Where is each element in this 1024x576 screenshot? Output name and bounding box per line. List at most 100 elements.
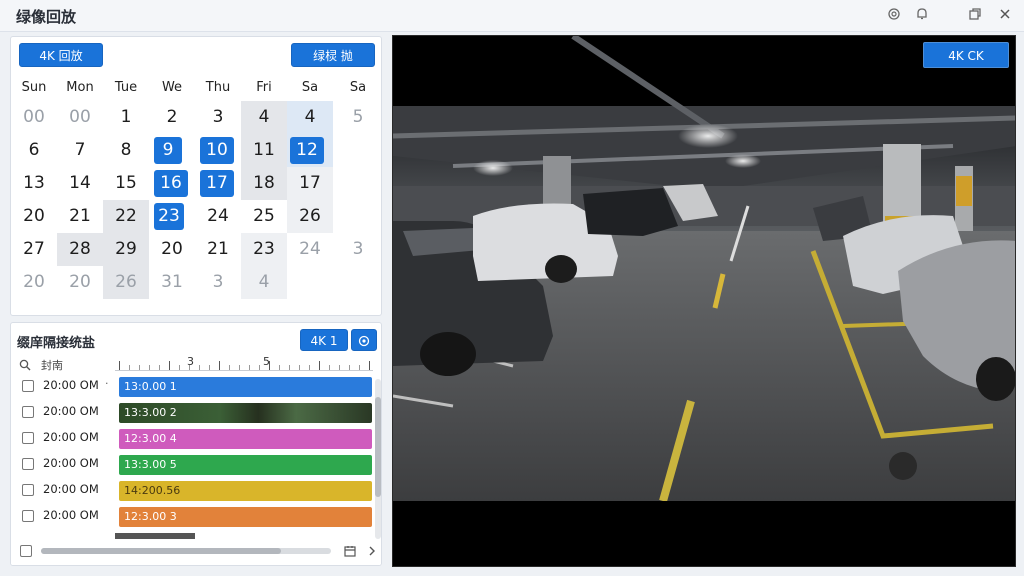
weekday-label: Thu	[205, 80, 231, 95]
scroll-thumb[interactable]	[375, 397, 381, 497]
calendar-day[interactable]: 26	[103, 266, 149, 299]
calendar-day[interactable]: 13	[11, 167, 57, 200]
calendar-day[interactable]: 26	[287, 200, 333, 233]
calendar-day[interactable]: 3	[195, 101, 241, 134]
row-checkbox[interactable]	[22, 484, 34, 496]
calendar-day[interactable]	[333, 134, 381, 167]
calendar-day[interactable]: 20	[11, 266, 57, 299]
row-checkbox[interactable]	[22, 458, 34, 470]
calendar-day-recorded[interactable]: 12	[287, 134, 333, 167]
recording-row[interactable]: 20:00 OM 12:3.00 3	[11, 505, 381, 531]
ruler-tick	[319, 361, 320, 370]
calendar-day[interactable]: 3	[333, 233, 381, 266]
video-4k-ok-button[interactable]: 4K CK	[923, 42, 1009, 68]
calendar-day[interactable]: 24	[195, 200, 241, 233]
calendar-day[interactable]: 11	[241, 134, 287, 167]
channel-4k-button[interactable]: 4K 1	[300, 329, 348, 351]
recording-row[interactable]: 20:00 OM 13:3.00 5	[11, 453, 381, 479]
selected-day[interactable]: 17	[200, 170, 234, 197]
playback-4k-button[interactable]: 4K 回放	[19, 43, 103, 67]
calendar-day[interactable]: 6	[11, 134, 57, 167]
calendar-day[interactable]: 4	[287, 101, 333, 134]
calendar-day[interactable]: 17	[287, 167, 333, 200]
recording-segment[interactable]: 13:3.00 5	[119, 455, 372, 475]
recording-segment[interactable]: 14:200.56	[119, 481, 372, 501]
calendar-day[interactable]: 7	[57, 134, 103, 167]
calendar-day[interactable]	[333, 200, 381, 233]
calendar-day[interactable]: 00	[57, 101, 103, 134]
calendar-day[interactable]: 29	[103, 233, 149, 266]
calendar-day[interactable]: 31	[149, 266, 195, 299]
recording-segment[interactable]: 12:3.00 4	[119, 429, 372, 449]
calendar-day-recorded[interactable]: 16	[149, 167, 195, 200]
selected-day[interactable]: 9	[154, 137, 182, 164]
calendar-day-recorded[interactable]: 17	[195, 167, 241, 200]
calendar-day[interactable]: 2	[149, 101, 195, 134]
calendar-icon[interactable]	[343, 544, 357, 558]
recording-row[interactable]: 20:00 OM 13:3.00 2	[11, 401, 381, 427]
calendar-day[interactable]: 22	[103, 200, 149, 233]
calendar-day[interactable]: 24	[287, 233, 333, 266]
calendar-day-recorded[interactable]: 10	[195, 134, 241, 167]
calendar-day[interactable]	[333, 167, 381, 200]
select-all-checkbox[interactable]	[20, 545, 32, 557]
settings-button[interactable]	[351, 329, 377, 351]
calendar-day[interactable]: 3	[195, 266, 241, 299]
row-checkbox[interactable]	[22, 406, 34, 418]
calendar-day-recorded[interactable]: 23	[149, 200, 195, 233]
calendar-day[interactable]: 20	[149, 233, 195, 266]
calendar-day[interactable]: 5	[333, 101, 381, 134]
calendar-day[interactable]: 21	[195, 233, 241, 266]
close-icon[interactable]	[995, 6, 1015, 26]
calendar-day[interactable]: 14	[57, 167, 103, 200]
row-checkbox[interactable]	[22, 510, 34, 522]
calendar-day[interactable]: 15	[103, 167, 149, 200]
calendar-day[interactable]: 23	[241, 233, 287, 266]
calendar-day[interactable]: 1	[103, 101, 149, 134]
recording-row[interactable]: 20:00 OM 12:3.00 4	[11, 427, 381, 453]
calendar-day[interactable]: 20	[57, 266, 103, 299]
chevron-right-icon[interactable]	[365, 544, 379, 558]
video-player[interactable]: 4K CK	[392, 35, 1016, 567]
recording-row[interactable]: 20:00 OM 14:200.56	[11, 479, 381, 505]
horizontal-scrollbar[interactable]	[41, 548, 331, 554]
calendar-day-recorded[interactable]: 9	[149, 134, 195, 167]
calendar-day[interactable]: 00	[11, 101, 57, 134]
selected-day[interactable]: 12	[290, 137, 324, 164]
calendar-day[interactable]: 21	[57, 200, 103, 233]
calendar-day[interactable]: 28	[57, 233, 103, 266]
calendar-day[interactable]: 4	[241, 101, 287, 134]
calendar-panel: 4K 回放 绿棂 抛 Sun Mon Tue We Thu Fri Sa Sa …	[10, 36, 382, 316]
recording-segment[interactable]: 13:3.00 2	[119, 403, 372, 423]
calendar-day[interactable]: 4	[241, 266, 287, 299]
search-icon[interactable]	[19, 359, 31, 371]
calendar-day[interactable]: 8	[103, 134, 149, 167]
vertical-scrollbar[interactable]	[375, 379, 381, 539]
recording-time: 20:00 OM	[43, 482, 99, 496]
calendar-day[interactable]: 25	[241, 200, 287, 233]
recording-segment[interactable]: 12:3.00 3	[119, 507, 372, 527]
calendar-action-button[interactable]: 绿棂 抛	[291, 43, 375, 67]
recording-time: 20:00 OM	[43, 378, 99, 392]
selected-day[interactable]: 16	[154, 170, 188, 197]
weekday-label: Sa	[349, 80, 367, 95]
ruler-tick	[139, 365, 140, 370]
row-checkbox[interactable]	[22, 380, 34, 392]
calendar-day[interactable]: 27	[11, 233, 57, 266]
ruler-tick	[359, 365, 360, 370]
scroll-thumb[interactable]	[41, 548, 281, 554]
row-checkbox[interactable]	[22, 432, 34, 444]
gear-icon	[358, 335, 370, 347]
weekday-label: Mon	[66, 80, 94, 95]
calendar-day[interactable]: 18	[241, 167, 287, 200]
ruler-tick	[119, 361, 120, 370]
calendar-day[interactable]: 20	[11, 200, 57, 233]
selected-day[interactable]: 23	[154, 203, 184, 230]
recording-segment[interactable]: 13:0.00 1	[119, 377, 372, 397]
settings-icon[interactable]	[884, 6, 904, 26]
restore-icon[interactable]	[965, 6, 985, 26]
selected-day[interactable]: 10	[200, 137, 234, 164]
calendar-week: 20 21 22 23 24 25 26	[11, 200, 381, 233]
bell-icon[interactable]	[912, 6, 932, 26]
recording-row[interactable]: 20:00 OM · 13:0.00 1	[11, 375, 381, 401]
